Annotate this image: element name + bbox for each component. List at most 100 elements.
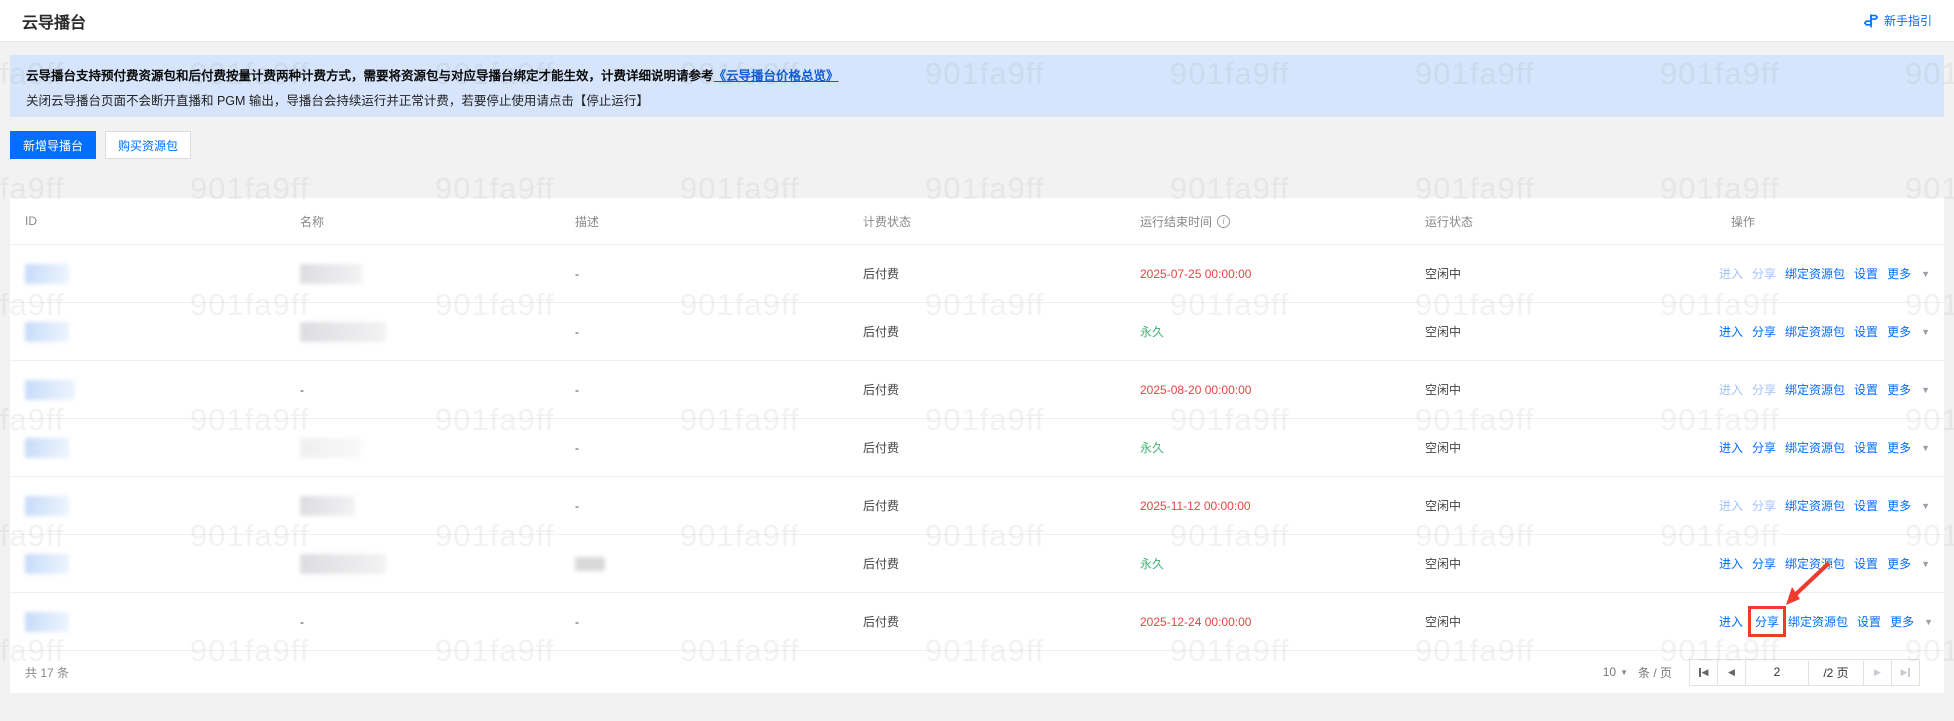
billing-status: 后付费 bbox=[863, 557, 900, 571]
settings-link[interactable]: 设置 bbox=[1854, 439, 1878, 456]
settings-link[interactable]: 设置 bbox=[1854, 265, 1878, 282]
billing-status: 后付费 bbox=[863, 615, 900, 629]
billing-notice-banner: 云导播台支持预付费资源包和后付费按量计费两种计费方式，需要将资源包与对应导播台绑… bbox=[10, 55, 1944, 117]
col-billing: 计费状态 bbox=[863, 214, 912, 229]
table-row: - 后付费 2025-07-25 00:00:00 空闲中 进入 分享 绑定资源… bbox=[10, 244, 1944, 302]
share-link[interactable]: 分享 bbox=[1752, 381, 1776, 398]
end-time: 永久 bbox=[1140, 557, 1165, 571]
banner-line2: 关闭云导播台页面不会断开直播和 PGM 输出，导播台会持续运行并正常计费，若要停… bbox=[26, 94, 649, 108]
share-link[interactable]: 分享 bbox=[1752, 555, 1776, 572]
redacted-id[interactable] bbox=[25, 611, 69, 632]
buy-package-button[interactable]: 购买资源包 bbox=[105, 131, 192, 159]
last-page-button[interactable]: ▶ bbox=[1891, 658, 1920, 686]
total-pages-label: /2 页 bbox=[1808, 658, 1864, 686]
share-link[interactable]: 分享 bbox=[1755, 615, 1779, 629]
end-time: 2025-07-25 00:00:00 bbox=[1140, 266, 1252, 281]
table-row: - 后付费 永久 空闲中 进入 分享 绑定资源包 设置 更多 ▼ bbox=[10, 302, 1944, 360]
page-number-input[interactable] bbox=[1745, 658, 1809, 686]
enter-link[interactable]: 进入 bbox=[1719, 323, 1743, 340]
first-page-button[interactable]: ◀ bbox=[1689, 658, 1718, 686]
billing-status: 后付费 bbox=[863, 267, 900, 281]
beginner-guide-link[interactable]: 新手指引 bbox=[1863, 12, 1932, 29]
page-title: 云导播台 bbox=[22, 14, 87, 32]
chevron-down-icon[interactable]: ▼ bbox=[1921, 327, 1930, 337]
redacted-id[interactable] bbox=[25, 263, 69, 284]
end-time: 2025-12-24 00:00:00 bbox=[1140, 614, 1252, 629]
col-endtime: 运行结束时间 i bbox=[1140, 213, 1425, 230]
table-row: - - 后付费 2025-12-24 00:00:00 空闲中 进入 分享 绑定… bbox=[10, 561, 1944, 650]
run-status: 空闲中 bbox=[1425, 267, 1462, 281]
redacted-name bbox=[300, 321, 386, 342]
billing-status: 后付费 bbox=[863, 325, 900, 339]
col-name: 名称 bbox=[300, 214, 325, 229]
per-page-unit: 条 / 页 bbox=[1637, 665, 1672, 680]
end-time: 永久 bbox=[1140, 325, 1165, 339]
info-icon[interactable]: i bbox=[1217, 214, 1231, 228]
enter-link[interactable]: 进入 bbox=[1719, 555, 1743, 572]
run-status: 空闲中 bbox=[1425, 557, 1462, 571]
more-link[interactable]: 更多 bbox=[1890, 613, 1914, 630]
guide-label: 新手指引 bbox=[1883, 14, 1932, 28]
redacted-desc bbox=[575, 556, 605, 571]
bind-package-link[interactable]: 绑定资源包 bbox=[1785, 439, 1845, 456]
settings-link[interactable]: 设置 bbox=[1854, 555, 1878, 572]
settings-link[interactable]: 设置 bbox=[1854, 323, 1878, 340]
billing-status: 后付费 bbox=[863, 441, 900, 455]
more-link[interactable]: 更多 bbox=[1887, 323, 1911, 340]
bind-package-link[interactable]: 绑定资源包 bbox=[1788, 613, 1848, 630]
bind-package-link[interactable]: 绑定资源包 bbox=[1785, 497, 1845, 514]
run-status: 空闲中 bbox=[1425, 615, 1462, 629]
end-time: 永久 bbox=[1140, 441, 1165, 455]
pricing-overview-link[interactable]: 《云导播台价格总览》 bbox=[714, 69, 839, 83]
more-link[interactable]: 更多 bbox=[1887, 265, 1911, 282]
enter-link[interactable]: 进入 bbox=[1719, 613, 1743, 630]
create-caster-button[interactable]: 新增导播台 bbox=[10, 131, 97, 159]
more-link[interactable]: 更多 bbox=[1887, 439, 1911, 456]
settings-link[interactable]: 设置 bbox=[1854, 381, 1878, 398]
settings-link[interactable]: 设置 bbox=[1857, 613, 1881, 630]
chevron-down-icon[interactable]: ▼ bbox=[1921, 501, 1930, 511]
chevron-down-icon[interactable]: ▼ bbox=[1924, 617, 1933, 627]
run-status: 空闲中 bbox=[1425, 441, 1462, 455]
share-link[interactable]: 分享 bbox=[1752, 265, 1776, 282]
chevron-down-icon: ▼ bbox=[1620, 667, 1628, 677]
share-link[interactable]: 分享 bbox=[1752, 439, 1776, 456]
next-page-button[interactable]: ▶ bbox=[1863, 658, 1892, 686]
table-row: 后付费 永久 空闲中 进入 分享 绑定资源包 设置 更多 ▼ bbox=[10, 534, 1944, 592]
table-row: - 后付费 2025-11-12 00:00:00 空闲中 进入 分享 绑定资源… bbox=[10, 476, 1944, 534]
table-footer: 共 17 条 10 ▼ 条 / 页 ◀ ◀ /2 页 ▶ ▶ bbox=[10, 650, 1944, 693]
more-link[interactable]: 更多 bbox=[1887, 381, 1911, 398]
enter-link[interactable]: 进入 bbox=[1719, 381, 1743, 398]
share-link[interactable]: 分享 bbox=[1752, 497, 1776, 514]
enter-link[interactable]: 进入 bbox=[1719, 497, 1743, 514]
redacted-name bbox=[300, 553, 386, 574]
enter-link[interactable]: 进入 bbox=[1719, 439, 1743, 456]
share-link[interactable]: 分享 bbox=[1752, 323, 1776, 340]
bind-package-link[interactable]: 绑定资源包 bbox=[1785, 381, 1845, 398]
settings-link[interactable]: 设置 bbox=[1854, 497, 1878, 514]
chevron-down-icon[interactable]: ▼ bbox=[1921, 385, 1930, 395]
banner-line1: 云导播台支持预付费资源包和后付费按量计费两种计费方式，需要将资源包与对应导播台绑… bbox=[26, 69, 714, 83]
chevron-down-icon[interactable]: ▼ bbox=[1921, 269, 1930, 279]
redacted-id[interactable] bbox=[25, 553, 69, 574]
more-link[interactable]: 更多 bbox=[1887, 497, 1911, 514]
guide-icon bbox=[1863, 13, 1879, 29]
annotation-highlight-box: 分享 bbox=[1748, 561, 1831, 637]
annotation-arrow bbox=[1786, 561, 1831, 605]
page-header: 云导播台 新手指引 bbox=[0, 0, 1954, 42]
redacted-id[interactable] bbox=[25, 379, 75, 400]
chevron-down-icon[interactable]: ▼ bbox=[1921, 443, 1930, 453]
redacted-name bbox=[300, 495, 355, 516]
chevron-down-icon[interactable]: ▼ bbox=[1921, 559, 1930, 569]
more-link[interactable]: 更多 bbox=[1887, 555, 1911, 572]
col-id: ID bbox=[25, 214, 37, 228]
redacted-id[interactable] bbox=[25, 495, 69, 516]
page-size-select[interactable]: 10 ▼ 条 / 页 bbox=[1603, 664, 1672, 681]
redacted-id[interactable] bbox=[25, 437, 69, 458]
redacted-name bbox=[300, 263, 362, 284]
enter-link[interactable]: 进入 bbox=[1719, 265, 1743, 282]
prev-page-button[interactable]: ◀ bbox=[1717, 658, 1746, 686]
bind-package-link[interactable]: 绑定资源包 bbox=[1785, 265, 1845, 282]
redacted-id[interactable] bbox=[25, 321, 69, 342]
bind-package-link[interactable]: 绑定资源包 bbox=[1785, 323, 1845, 340]
